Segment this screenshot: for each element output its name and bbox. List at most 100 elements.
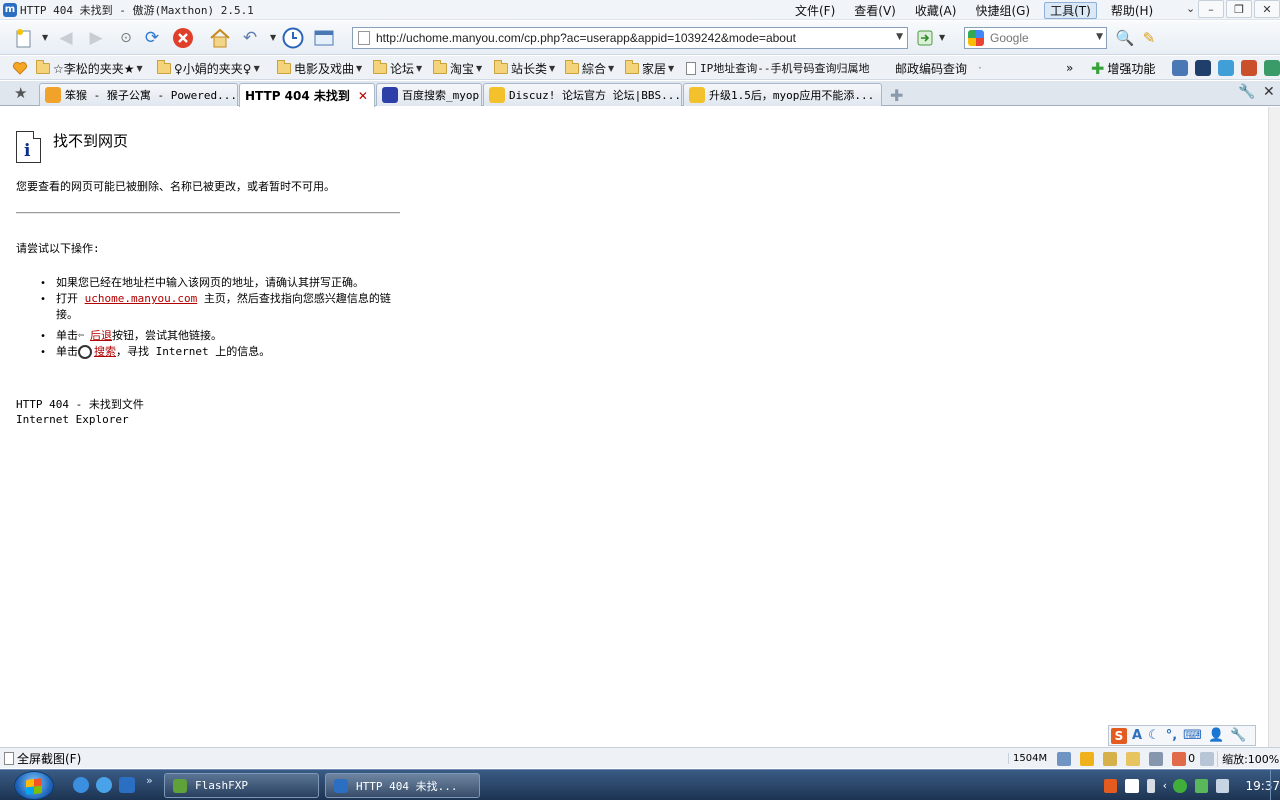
go-icon[interactable]	[914, 26, 936, 50]
clock-icon[interactable]	[281, 26, 305, 50]
volume-icon[interactable]	[1215, 778, 1230, 793]
plugin-icon[interactable]	[1172, 60, 1188, 76]
maxthon-icon	[334, 778, 348, 793]
tab-myop[interactable]: 升级1.5后，myop应用不能添...	[683, 83, 882, 106]
screen-icon[interactable]	[1195, 60, 1211, 76]
stop-icon[interactable]	[171, 26, 195, 50]
menu-file[interactable]: 文件(F)	[790, 2, 840, 19]
history-dropdown-icon[interactable]: ⊙	[114, 26, 138, 50]
tab-404[interactable]: HTTP 404 未找到 ✕	[239, 83, 375, 107]
minimize-button[interactable]: –	[1198, 0, 1224, 18]
highlight-icon[interactable]: ✎	[1137, 26, 1161, 50]
list-item: 单击⇦后退按钮，尝试其他链接。	[40, 328, 400, 345]
error-code: HTTP 404 - 未找到文件	[16, 398, 144, 411]
lock-icon[interactable]	[1103, 751, 1118, 766]
tool-icon[interactable]	[1241, 60, 1257, 76]
tray-expand-icon[interactable]: ‹	[1163, 779, 1167, 792]
keyboard-icon[interactable]: ⌨	[1183, 728, 1202, 743]
restore-button[interactable]: ❐	[1226, 0, 1252, 18]
window-title: HTTP 404 未找到 - 傲游(Maxthon) 2.5.1	[20, 3, 254, 17]
task-flashfxp[interactable]: FlashFXP	[164, 773, 319, 798]
zoom-level[interactable]: 缩放:100%	[1217, 750, 1279, 767]
window-icon[interactable]	[312, 26, 336, 50]
browser-icon[interactable]	[96, 777, 112, 793]
undo-close-icon[interactable]: ↶	[238, 26, 262, 50]
screenshot-button[interactable]: 全屏截图(F)	[4, 750, 81, 767]
download-icon[interactable]	[1057, 751, 1072, 766]
sogou-icon[interactable]: S	[1111, 727, 1127, 744]
fav-folder-home[interactable]: 家居 ▼	[625, 58, 674, 78]
lightning-icon[interactable]	[1080, 751, 1095, 766]
popup-blocker-icon[interactable]	[1172, 751, 1187, 766]
tab-discuz[interactable]: Discuz! 论坛官方 论坛|BBS...	[483, 83, 682, 106]
google-icon[interactable]	[968, 30, 984, 46]
search-link[interactable]: 搜索	[94, 345, 116, 358]
enhance-button[interactable]: ✚ 增强功能	[1091, 58, 1155, 78]
fav-folder-forum[interactable]: 论坛 ▼	[373, 58, 422, 78]
new-tab-icon[interactable]: ✚	[890, 86, 903, 105]
address-input[interactable]	[376, 31, 886, 45]
input-icon[interactable]	[1146, 778, 1155, 793]
sogou-tray-icon[interactable]	[1104, 778, 1118, 793]
fav-folder-taobao[interactable]: 淘宝 ▼	[433, 58, 482, 78]
shield-icon[interactable]	[1194, 778, 1208, 793]
fav-link-postcode[interactable]: 邮政编码查询	[895, 58, 967, 78]
back-icon[interactable]: ◀	[54, 26, 78, 50]
layers-icon[interactable]	[1149, 751, 1164, 766]
settings-wrench-icon[interactable]: 🔧	[1230, 728, 1246, 743]
forward-icon[interactable]: ▶	[84, 26, 108, 50]
new-page-icon[interactable]	[12, 26, 36, 50]
star-icon[interactable]: ★	[14, 84, 27, 102]
security-icon[interactable]	[1173, 778, 1187, 793]
fav-folder-webmaster[interactable]: 站长类 ▼	[494, 58, 555, 78]
folder-status-icon[interactable]	[1126, 751, 1141, 766]
menu-view[interactable]: 查看(V)	[849, 2, 901, 19]
fav-folder-general[interactable]: 綜合 ▼	[565, 58, 614, 78]
tab-monkey[interactable]: 笨猴 - 猴子公寓 - Powered...	[39, 83, 238, 106]
menu-help[interactable]: 帮助(H)	[1106, 2, 1158, 19]
maxthon-quicklaunch-icon[interactable]	[119, 777, 135, 793]
fav-folder-lisong[interactable]: ☆李松的夹夹★ ▼	[36, 58, 143, 78]
fav-link-ip-query[interactable]: IP地址查询--手机号码查询归属地	[686, 58, 870, 78]
go-dropdown-icon[interactable]: ▼	[939, 33, 945, 42]
search-input[interactable]	[990, 31, 1090, 45]
user-icon[interactable]: 👤	[1208, 728, 1224, 743]
moon-icon[interactable]: ☾	[1148, 728, 1160, 743]
translate-icon[interactable]	[1218, 60, 1234, 76]
menu-favorites[interactable]: 收藏(A)	[910, 2, 962, 19]
help-icon[interactable]	[1125, 778, 1139, 793]
navigation-toolbar: ▼ ◀ ▶ ⊙ ⟳ ↶ ▼ ▼ ▼ ▼ 🔍 ✎	[0, 21, 1280, 55]
punctuation-icon[interactable]: °,	[1166, 728, 1177, 743]
font-a-icon[interactable]: A	[1132, 728, 1142, 743]
undo-dropdown-icon[interactable]: ▼	[270, 33, 276, 42]
tab-bar: ★ 笨猴 - 猴子公寓 - Powered... HTTP 404 未找到 ✕ …	[0, 81, 1280, 107]
quicklaunch-more-icon[interactable]: »	[146, 774, 153, 787]
close-icon[interactable]: ✕	[358, 89, 368, 103]
ie-icon[interactable]	[73, 777, 89, 793]
tab-baidu[interactable]: 百度搜索_myop	[376, 83, 482, 106]
wrench-icon[interactable]: 🔧	[1238, 84, 1255, 100]
close-window-button[interactable]: ✕	[1254, 0, 1280, 18]
refresh-icon[interactable]: ⟳	[140, 26, 164, 50]
task-maxthon[interactable]: HTTP 404 未找...	[325, 773, 480, 798]
menu-groups[interactable]: 快捷组(G)	[970, 2, 1035, 19]
close-tab-icon[interactable]: ✕	[1263, 84, 1275, 100]
address-dropdown-icon[interactable]: ▼	[896, 32, 903, 42]
menu-tools[interactable]: 工具(T)	[1044, 1, 1097, 19]
search-icon[interactable]: 🔍	[1113, 26, 1137, 50]
more-favorites-icon[interactable]: »	[1066, 58, 1073, 78]
show-desktop-button[interactable]	[1270, 770, 1280, 800]
search-dropdown-icon[interactable]: ▼	[1096, 32, 1103, 42]
favorites-heart-icon[interactable]	[12, 58, 28, 78]
homepage-link[interactable]: uchome.manyou.com	[85, 292, 198, 305]
chevron-down-icon[interactable]: ⌄	[1186, 2, 1195, 15]
fav-folder-movies[interactable]: 电影及戏曲 ▼	[277, 58, 362, 78]
vertical-scrollbar[interactable]	[1268, 107, 1280, 747]
fav-folder-xiaojuan[interactable]: ♀小娟的夹夹♀ ▼	[157, 58, 260, 78]
start-button[interactable]	[14, 771, 54, 800]
home-icon[interactable]	[208, 26, 232, 50]
back-link[interactable]: 后退	[90, 329, 112, 342]
addon-icon[interactable]	[1264, 60, 1280, 76]
new-page-dropdown-icon[interactable]: ▼	[42, 33, 48, 42]
memory-usage: 1504M	[1008, 753, 1051, 764]
